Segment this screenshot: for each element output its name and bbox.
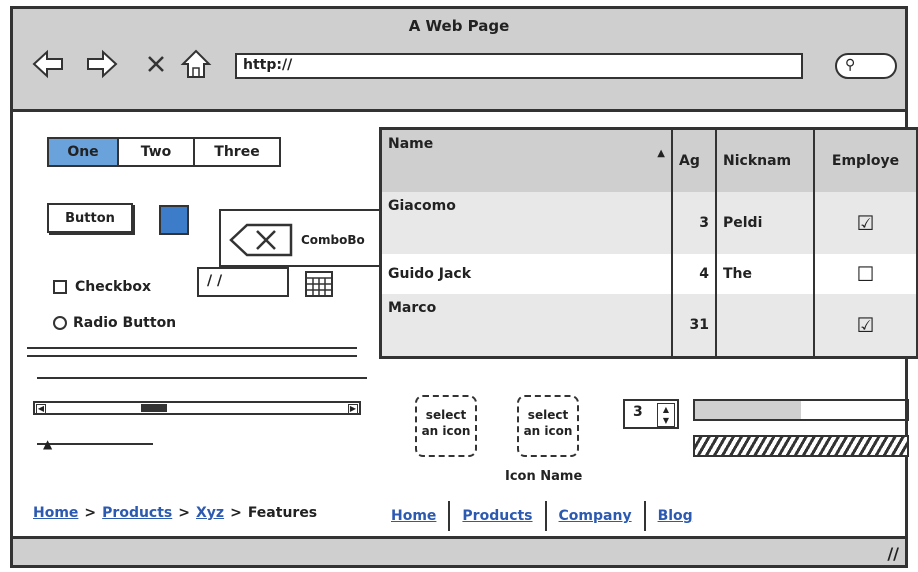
close-x-icon[interactable] — [139, 47, 173, 81]
indeterminate-progress-bar — [693, 435, 909, 457]
slider-knob[interactable]: ▲ — [43, 437, 52, 451]
breadcrumb-current: Features — [247, 505, 318, 521]
progress-fill — [695, 401, 801, 419]
generic-button[interactable]: Button — [47, 203, 133, 233]
breadcrumb-home[interactable]: Home — [33, 505, 78, 521]
divider-line — [37, 377, 367, 379]
table-row[interactable]: Giacomo 3 Peldi ☑ — [382, 192, 916, 254]
icon-picker[interactable]: select an icon — [517, 395, 579, 457]
url-field[interactable]: http:// — [235, 53, 803, 79]
combo-label: ComboBo — [301, 233, 365, 247]
calendar-icon[interactable] — [303, 267, 335, 299]
horizontal-scrollbar[interactable]: ◀ ▶ — [33, 401, 361, 415]
tab-one[interactable]: One — [47, 137, 119, 167]
slider[interactable]: ▲ — [37, 437, 153, 451]
breadcrumb-products[interactable]: Products — [102, 505, 172, 521]
icon-picker[interactable]: select an icon — [415, 395, 477, 457]
breadcrumb-xyz[interactable]: Xyz — [196, 505, 224, 521]
combo-box[interactable]: ComboBo — [219, 209, 379, 267]
resize-grip-icon[interactable]: // — [887, 544, 899, 563]
title-bar: A Web Page http:// ⚲ — [13, 9, 905, 112]
cell-age: 4 — [672, 254, 717, 294]
tab-bar: One Two Three — [47, 137, 281, 167]
checkbox-unchecked-icon[interactable]: ☐ — [857, 262, 875, 286]
window-title: A Web Page — [408, 17, 510, 35]
link-company[interactable]: Company — [559, 508, 632, 524]
cell-age: 3 — [672, 192, 717, 254]
cell-name: Marco — [382, 294, 673, 356]
checkbox-box[interactable] — [53, 280, 67, 294]
link-blog[interactable]: Blog — [658, 508, 693, 524]
link-products[interactable]: Products — [462, 508, 532, 524]
cell-employee: ☑ — [814, 192, 916, 254]
cell-age: 31 — [672, 294, 717, 356]
cell-nickname: The — [716, 254, 815, 294]
progress-bar — [693, 399, 909, 421]
stepper-value: 3 — [633, 404, 643, 420]
sort-ascending-icon[interactable]: ▲ — [657, 148, 665, 159]
link-divider — [643, 501, 646, 531]
scroll-right-icon[interactable]: ▶ — [348, 404, 358, 414]
magnifier-icon: ⚲ — [845, 57, 856, 73]
link-divider — [448, 501, 451, 531]
column-header-name[interactable]: Name ▲ — [382, 130, 673, 192]
search-field[interactable]: ⚲ — [835, 53, 897, 79]
tab-two[interactable]: Two — [119, 137, 195, 167]
radio-label: Radio Button — [73, 315, 177, 331]
scroll-left-icon[interactable]: ◀ — [36, 404, 46, 414]
cell-employee: ☑ — [814, 294, 916, 356]
tab-three[interactable]: Three — [195, 137, 281, 167]
checkbox-label: Checkbox — [75, 279, 152, 295]
cell-employee: ☐ — [814, 254, 916, 294]
table-row[interactable]: Marco 31 ☑ — [382, 294, 916, 356]
browser-window: A Web Page http:// ⚲ One Two Three Butto… — [10, 6, 918, 568]
radio-button[interactable]: Radio Button — [53, 315, 176, 331]
breadcrumb: Home > Products > Xyz > Features — [33, 505, 318, 521]
number-stepper[interactable]: 3 ▲ ▼ — [623, 399, 679, 429]
column-header-nickname[interactable]: Nicknam — [716, 130, 815, 192]
table-row[interactable]: Guido Jack 4 The ☐ — [382, 254, 916, 294]
table-row-empty — [382, 356, 916, 359]
link-home[interactable]: Home — [391, 508, 436, 524]
checkbox-checked-icon[interactable]: ☑ — [857, 211, 875, 235]
link-divider — [544, 501, 547, 531]
divider-line — [27, 355, 357, 357]
column-header-age[interactable]: Ag — [672, 130, 717, 192]
icon-name-label: Icon Name — [505, 469, 583, 484]
home-icon[interactable] — [179, 47, 213, 81]
date-field[interactable]: / / — [197, 267, 289, 297]
forward-arrow-icon[interactable] — [85, 47, 119, 81]
delete-key-icon — [229, 223, 293, 257]
divider-line — [27, 347, 357, 349]
data-grid: Name ▲ Ag Nicknam Employe Giacomo 3 Peld… — [379, 127, 918, 359]
cell-name: Guido Jack — [382, 254, 673, 294]
back-arrow-icon[interactable] — [31, 47, 65, 81]
radio-circle[interactable] — [53, 316, 67, 330]
cell-nickname — [716, 294, 815, 356]
status-bar: // — [13, 536, 905, 565]
column-header-employee[interactable]: Employe — [814, 130, 916, 192]
link-bar: Home Products Company Blog — [391, 501, 693, 531]
checkbox-checked-icon[interactable]: ☑ — [857, 313, 875, 337]
scroll-thumb[interactable] — [141, 404, 167, 412]
color-picker[interactable] — [159, 205, 189, 235]
cell-name: Giacomo — [382, 192, 673, 254]
checkbox[interactable]: Checkbox — [53, 279, 151, 295]
stepper-arrows-icon[interactable]: ▲ ▼ — [657, 403, 675, 427]
cell-nickname: Peldi — [716, 192, 815, 254]
